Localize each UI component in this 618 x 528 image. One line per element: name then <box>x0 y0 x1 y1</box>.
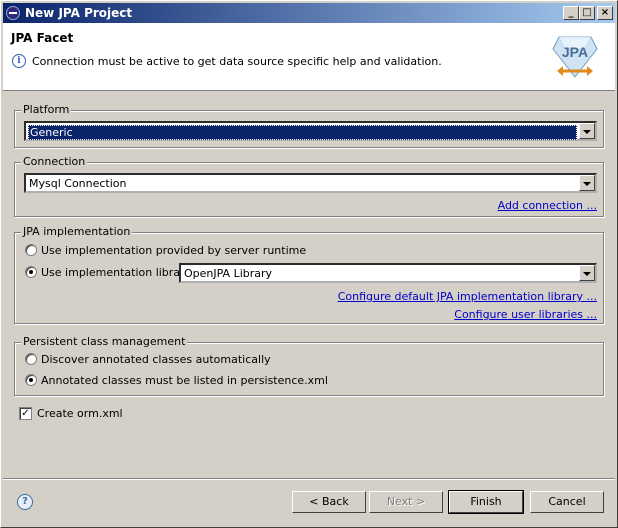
finish-button[interactable]: Finish <box>448 490 524 514</box>
jpa-logo-icon: JPA <box>552 36 598 78</box>
eclipse-icon <box>6 6 20 20</box>
server-runtime-radio[interactable] <box>25 244 37 256</box>
title-bar[interactable]: New JPA Project _ □ × <box>3 3 615 23</box>
platform-value: Generic <box>28 125 577 140</box>
platform-combo[interactable]: Generic <box>24 121 597 141</box>
back-button[interactable]: < Back <box>292 491 366 513</box>
add-connection-link[interactable]: Add connection ... <box>498 199 597 212</box>
persistent-class-group: Persistent class management Discover ann… <box>14 335 604 396</box>
discover-classes-label[interactable]: Discover annotated classes automatically <box>41 353 271 366</box>
window-title: New JPA Project <box>25 6 133 20</box>
persistent-class-legend: Persistent class management <box>21 335 188 348</box>
dialog-window: New JPA Project _ □ × JPA Facet i Connec… <box>0 0 618 528</box>
discover-classes-radio[interactable] <box>25 353 37 365</box>
platform-group: Platform Generic <box>14 103 604 148</box>
chevron-down-icon[interactable] <box>579 265 595 281</box>
help-icon[interactable]: ? <box>17 494 33 510</box>
connection-combo[interactable]: Mysql Connection <box>24 173 597 193</box>
implementation-library-radio[interactable] <box>25 266 37 278</box>
create-orm-checkbox[interactable]: ✓ <box>19 407 32 420</box>
next-button[interactable]: Next > <box>369 491 443 513</box>
listed-classes-label[interactable]: Annotated classes must be listed in pers… <box>41 374 328 387</box>
connection-group: Connection Mysql Connection Add connecti… <box>14 155 604 217</box>
library-value: OpenJPA Library <box>184 267 273 280</box>
page-title: JPA Facet <box>11 31 74 45</box>
footer-separator <box>3 478 615 480</box>
create-orm-label[interactable]: Create orm.xml <box>37 407 123 420</box>
jpa-implementation-group: JPA implementation Use implementation pr… <box>14 225 604 324</box>
library-combo[interactable]: OpenJPA Library <box>179 263 597 283</box>
header-message: Connection must be active to get data so… <box>32 55 442 68</box>
platform-legend: Platform <box>21 103 72 116</box>
configure-default-library-link[interactable]: Configure default JPA implementation lib… <box>338 290 597 303</box>
minimize-button[interactable]: _ <box>563 6 579 20</box>
cancel-button[interactable]: Cancel <box>530 491 604 513</box>
connection-value: Mysql Connection <box>29 177 127 190</box>
chevron-down-icon[interactable] <box>579 175 595 191</box>
info-icon: i <box>12 54 26 68</box>
configure-user-libraries-link[interactable]: Configure user libraries ... <box>454 308 597 321</box>
server-runtime-label[interactable]: Use implementation provided by server ru… <box>41 244 306 257</box>
maximize-button[interactable]: □ <box>579 6 595 20</box>
jpa-implementation-legend: JPA implementation <box>21 225 133 238</box>
listed-classes-radio[interactable] <box>25 374 37 386</box>
wizard-header: JPA Facet i Connection must be active to… <box>3 23 615 91</box>
implementation-library-label[interactable]: Use implementation library: <box>41 266 194 279</box>
chevron-down-icon[interactable] <box>579 123 595 139</box>
logo-text: JPA <box>562 44 588 60</box>
close-button[interactable]: × <box>597 6 613 20</box>
connection-legend: Connection <box>21 155 88 168</box>
